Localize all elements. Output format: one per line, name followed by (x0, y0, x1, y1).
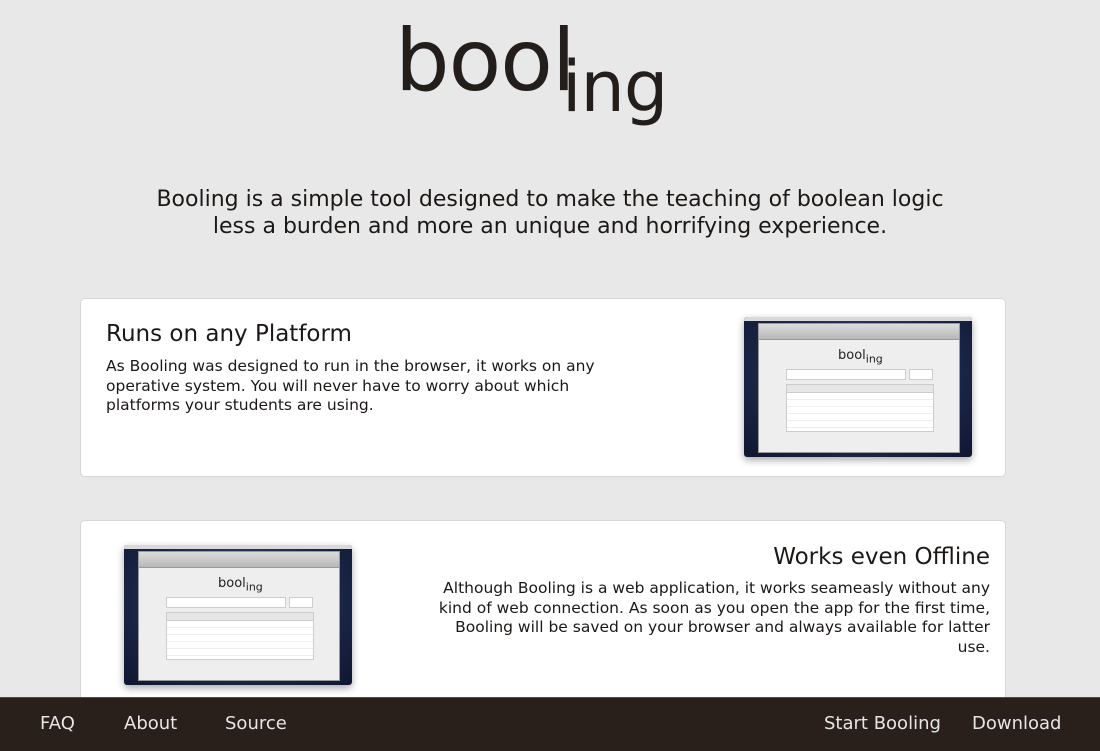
screenshot-logo: booling (838, 348, 883, 366)
tagline: Booling is a simple tool designed to mak… (156, 187, 944, 239)
app-screenshot: booling (744, 317, 972, 457)
feature-title: Runs on any Platform (106, 321, 352, 347)
screenshot-logo: booling (218, 576, 263, 594)
app-screenshot: booling (124, 545, 352, 685)
footer-nav: FAQ About Source Start Booling Download (0, 697, 1100, 751)
logo-part-ing: ing (562, 46, 668, 128)
footer-link-start-booling[interactable]: Start Booling (824, 713, 941, 734)
feature-title: Works even Offline (773, 544, 990, 570)
feature-card-platform: Runs on any Platform As Booling was desi… (80, 298, 1006, 477)
feature-text: Although Booling is a web application, i… (438, 579, 990, 656)
feature-card-offline: booling Works even Offline Although Bool… (80, 520, 1006, 702)
booling-logo: bool ing (0, 18, 1100, 148)
footer-link-download[interactable]: Download (972, 713, 1061, 734)
feature-text: As Booling was designed to run in the br… (106, 357, 595, 414)
footer-link-about[interactable]: About (124, 713, 177, 734)
logo-part-bool: bool (395, 11, 576, 111)
footer-link-source[interactable]: Source (225, 713, 287, 734)
footer-link-faq[interactable]: FAQ (40, 713, 75, 734)
